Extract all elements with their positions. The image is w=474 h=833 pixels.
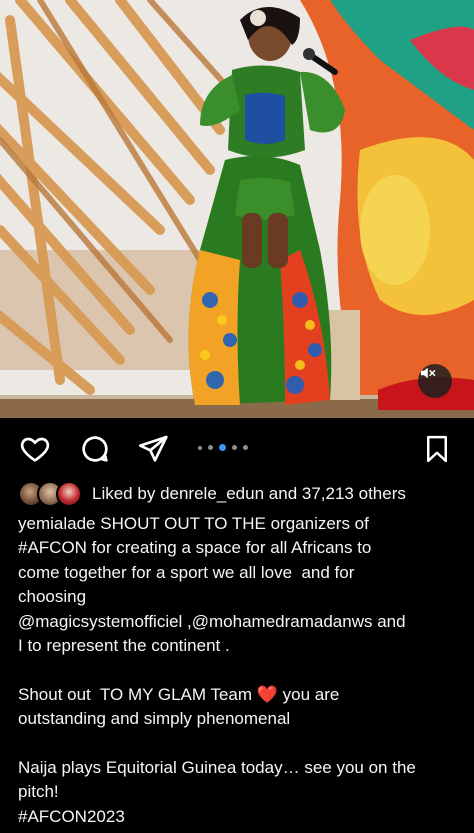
mute-button[interactable] bbox=[418, 364, 452, 398]
speaker-muted-icon bbox=[421, 367, 436, 379]
performer-photo bbox=[0, 0, 474, 418]
caption-line: come together for a sport we all love an… bbox=[18, 562, 355, 582]
carousel-dot-active bbox=[219, 444, 226, 451]
caption-line: choosing bbox=[18, 587, 87, 607]
save-button[interactable] bbox=[420, 432, 454, 466]
carousel-dot bbox=[232, 445, 237, 450]
carousel-dot bbox=[198, 445, 202, 450]
avatar bbox=[56, 481, 82, 507]
likes-summary[interactable]: Liked by denrele_edun and 37,213 others bbox=[18, 480, 406, 508]
caption-line: outstanding and simply phenomenal bbox=[18, 709, 291, 729]
bookmark-icon bbox=[427, 435, 447, 463]
send-icon bbox=[139, 435, 168, 462]
liker-username[interactable]: denrele_edun bbox=[160, 484, 264, 504]
carousel-dot bbox=[208, 445, 213, 450]
like-button[interactable] bbox=[18, 432, 52, 466]
caption-line: Shout out TO MY GLAM Team ❤️ you are bbox=[18, 684, 340, 704]
caption-username[interactable]: yemialade bbox=[18, 514, 96, 533]
carousel-dot bbox=[243, 445, 248, 450]
caption-hashtag[interactable]: #AFCON2023 bbox=[18, 807, 125, 826]
post-image[interactable] bbox=[0, 0, 474, 418]
carousel-indicator bbox=[198, 444, 248, 451]
post-caption: yemialade SHOUT OUT TO THE organizers of… bbox=[18, 512, 458, 829]
caption-line: SHOUT OUT TO THE organizers of bbox=[100, 514, 369, 533]
caption-line: #AFCON for creating a space for all Afri… bbox=[18, 538, 372, 558]
caption-line: I to represent the continent . bbox=[18, 636, 230, 656]
comment-button[interactable] bbox=[78, 432, 112, 466]
caption-line: @magicsystemofficiel ,@mohamedramadanws … bbox=[18, 611, 406, 631]
likes-prefix: Liked by bbox=[92, 484, 156, 503]
share-button[interactable] bbox=[136, 432, 170, 466]
heart-icon bbox=[20, 437, 50, 462]
comment-icon bbox=[82, 436, 108, 462]
likes-connector: and bbox=[268, 484, 298, 503]
likes-count[interactable]: 37,213 others bbox=[302, 484, 406, 504]
caption-line: pitch! bbox=[18, 782, 59, 802]
liker-avatars bbox=[18, 481, 82, 507]
caption-line: Naija plays Equitorial Guinea today… see… bbox=[18, 758, 416, 778]
